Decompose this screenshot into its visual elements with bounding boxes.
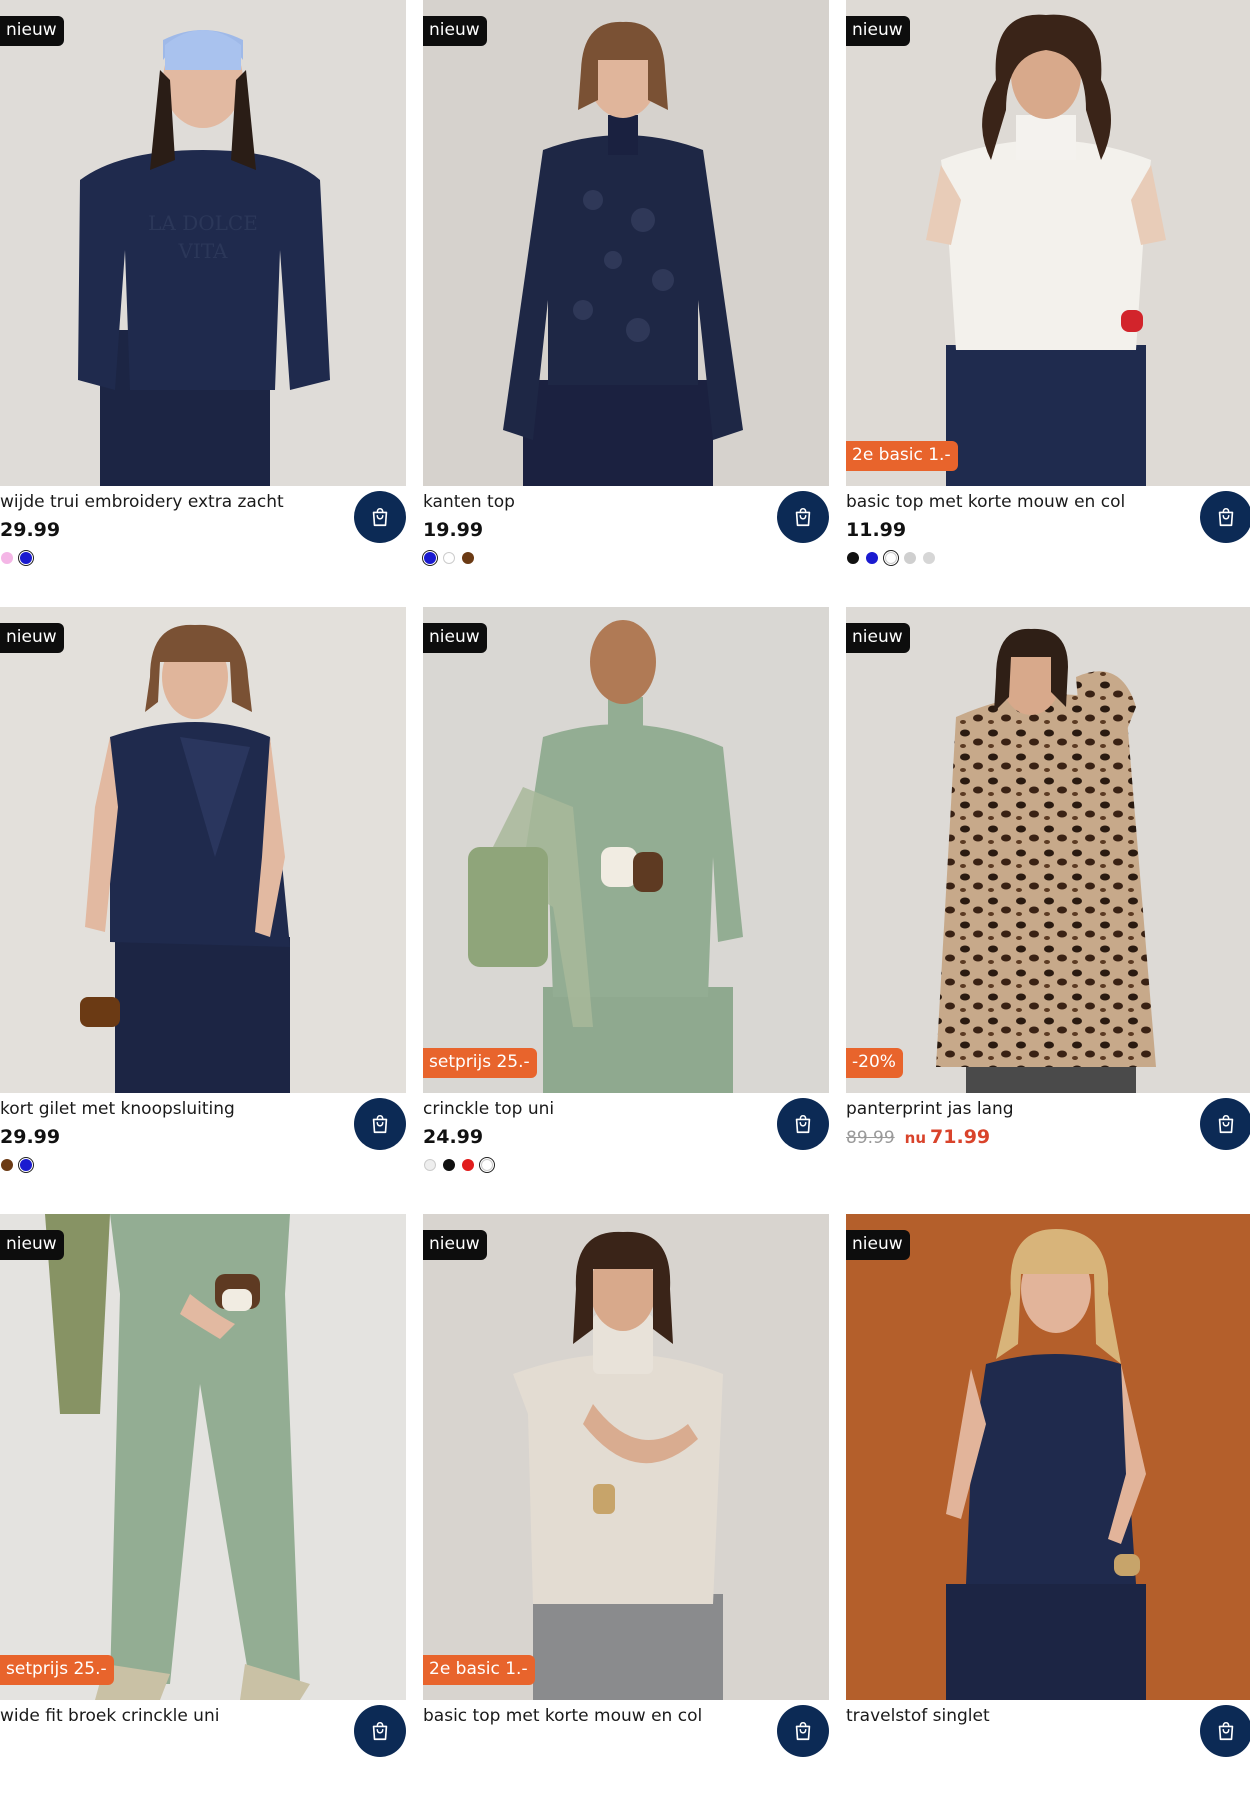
add-to-cart-button[interactable] (777, 1705, 829, 1757)
color-swatch-pink[interactable] (1, 552, 13, 564)
product-image[interactable]: nieuw setprijs 25.- (423, 607, 829, 1093)
new-badge: nieuw (846, 623, 910, 653)
add-to-cart-button[interactable] (1200, 1098, 1250, 1150)
color-swatches (1, 550, 34, 566)
product-image[interactable]: nieuw setprijs 25.- (0, 1214, 406, 1700)
product-card[interactable]: nieuw setprijs 25.- wide fit broek crinc… (0, 1214, 406, 1814)
product-title[interactable]: panterprint jas lang (846, 1098, 1186, 1120)
color-swatches (424, 1157, 495, 1173)
product-card[interactable]: LA DOLCE VITA nieuw wijde trui embroider… (0, 0, 406, 600)
product-title[interactable]: kort gilet met knoopsluiting (0, 1098, 340, 1120)
shopping-bag-icon (372, 1722, 388, 1741)
new-badge: nieuw (423, 1230, 487, 1260)
product-photo (0, 1214, 406, 1700)
color-swatch-grey[interactable] (904, 552, 916, 564)
color-swatch-white[interactable] (883, 550, 899, 566)
shopping-bag-icon (795, 1722, 811, 1741)
product-price: 24.99 (423, 1126, 484, 1148)
product-photo: LA DOLCE VITA (0, 0, 406, 486)
new-badge: nieuw (0, 1230, 64, 1260)
product-image[interactable]: nieuw 2e basic 1.- (423, 1214, 829, 1700)
color-swatches (847, 550, 935, 566)
color-swatch-light-grey[interactable] (923, 552, 935, 564)
product-image[interactable]: nieuw (423, 0, 829, 486)
shopping-bag-icon (1218, 1115, 1234, 1134)
color-swatch-brown[interactable] (462, 552, 474, 564)
product-photo (0, 607, 406, 1093)
color-swatches (1, 1157, 34, 1173)
svg-text:LA DOLCE: LA DOLCE (148, 211, 258, 235)
product-title[interactable]: wijde trui embroidery extra zacht (0, 491, 340, 513)
product-photo (423, 0, 829, 486)
product-title[interactable]: crinckle top uni (423, 1098, 763, 1120)
promo-badge: setprijs 25.- (0, 1655, 114, 1685)
color-swatch-black[interactable] (847, 552, 859, 564)
color-swatch-light-grey[interactable] (424, 1159, 436, 1171)
product-image[interactable]: nieuw -20% (846, 607, 1250, 1093)
shopping-bag-icon (1218, 1722, 1234, 1741)
color-swatch-blue[interactable] (18, 1157, 34, 1173)
promo-badge: setprijs 25.- (423, 1048, 537, 1078)
color-swatch-red[interactable] (462, 1159, 474, 1171)
shopping-bag-icon (795, 508, 811, 527)
new-badge: nieuw (0, 16, 64, 46)
sale-price: 71.99 (930, 1126, 991, 1148)
add-to-cart-button[interactable] (1200, 1705, 1250, 1757)
product-price: 11.99 (846, 519, 907, 541)
product-photo (423, 1214, 829, 1700)
product-price: 19.99 (423, 519, 484, 541)
product-card[interactable]: nieuw setprijs 25.- crinckle top uni 24.… (423, 607, 829, 1207)
add-to-cart-button[interactable] (777, 1098, 829, 1150)
product-photo (846, 1214, 1250, 1700)
product-image[interactable]: nieuw (846, 1214, 1250, 1700)
shopping-bag-icon (372, 1115, 388, 1134)
original-price: 89.99 (846, 1128, 895, 1148)
shopping-bag-icon (1218, 508, 1234, 527)
add-to-cart-button[interactable] (1200, 491, 1250, 543)
product-price: 29.99 (0, 1126, 61, 1148)
color-swatch-white[interactable] (479, 1157, 495, 1173)
product-card[interactable]: nieuw kort gilet met knoopsluiting 29.99 (0, 607, 406, 1207)
new-badge: nieuw (846, 16, 910, 46)
product-title[interactable]: kanten top (423, 491, 763, 513)
new-badge: nieuw (0, 623, 64, 653)
now-label: nu (904, 1129, 927, 1147)
product-title[interactable]: basic top met korte mouw en col (846, 491, 1186, 513)
product-card[interactable]: nieuw -20% panterprint jas lang 89.99 nu 7… (846, 607, 1250, 1207)
color-swatch-blue[interactable] (866, 552, 878, 564)
product-price: 29.99 (0, 519, 61, 541)
product-price: 89.99 nu 71.99 (846, 1126, 990, 1149)
promo-badge: 2e basic 1.- (423, 1655, 535, 1685)
product-image[interactable]: nieuw (0, 607, 406, 1093)
color-swatch-blue[interactable] (18, 550, 34, 566)
product-grid: LA DOLCE VITA nieuw wijde trui embroider… (0, 0, 1250, 1757)
new-badge: nieuw (846, 1230, 910, 1260)
promo-badge: 2e basic 1.- (846, 441, 958, 471)
product-card[interactable]: nieuw travelstof singlet (846, 1214, 1250, 1814)
color-swatch-brown[interactable] (1, 1159, 13, 1171)
svg-text:VITA: VITA (177, 239, 228, 263)
product-card[interactable]: nieuw 2e basic 1.- basic top met korte m… (846, 0, 1250, 600)
color-swatches (422, 550, 474, 566)
shopping-bag-icon (372, 508, 388, 527)
add-to-cart-button[interactable] (354, 491, 406, 543)
new-badge: nieuw (423, 16, 487, 46)
color-swatch-blue[interactable] (422, 550, 438, 566)
product-card[interactable]: nieuw kanten top 19.99 (422, 0, 829, 600)
new-badge: nieuw (423, 623, 487, 653)
color-swatch-black[interactable] (443, 1159, 455, 1171)
discount-badge: -20% (846, 1048, 903, 1078)
product-photo (846, 607, 1250, 1093)
add-to-cart-button[interactable] (354, 1705, 406, 1757)
product-photo (846, 0, 1250, 486)
shopping-bag-icon (795, 1115, 811, 1134)
product-card[interactable]: nieuw 2e basic 1.- basic top met korte m… (423, 1214, 829, 1814)
color-swatch-white[interactable] (443, 552, 455, 564)
add-to-cart-button[interactable] (354, 1098, 406, 1150)
product-image[interactable]: nieuw 2e basic 1.- (846, 0, 1250, 486)
product-photo (423, 607, 829, 1093)
add-to-cart-button[interactable] (777, 491, 829, 543)
product-image[interactable]: LA DOLCE VITA nieuw (0, 0, 406, 486)
